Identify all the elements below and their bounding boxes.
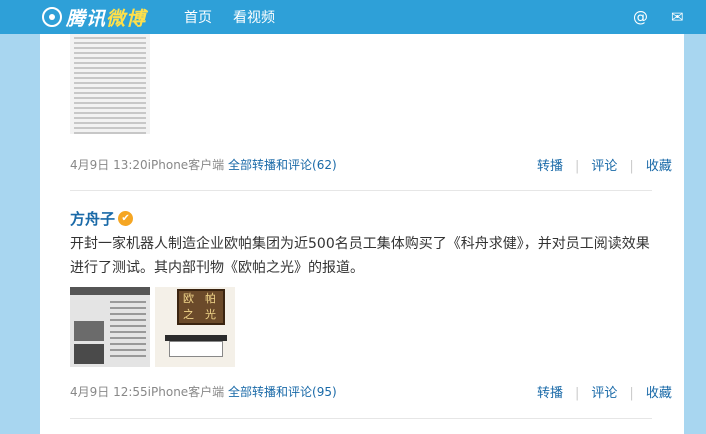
forward-button[interactable]: 转播 <box>537 159 563 174</box>
post-image-magazine-cover[interactable]: 欧 帕 之 光 <box>155 287 235 367</box>
post-source: iPhone客户端 <box>147 385 225 399</box>
post-date[interactable]: 4月9日 12:55 <box>70 385 148 399</box>
magazine-banner: 欧 帕 之 光 <box>177 289 225 325</box>
logo-icon <box>42 7 62 27</box>
nav-home[interactable]: 首页 <box>184 7 212 27</box>
all-forwards-comments-link[interactable]: 全部转播和评论(62) <box>228 158 337 172</box>
post-image-newspaper[interactable] <box>70 287 150 367</box>
forward-button[interactable]: 转播 <box>537 386 563 401</box>
author-name[interactable]: 方舟子 <box>70 208 115 229</box>
all-forwards-comments-link[interactable]: 全部转播和评论(95) <box>228 385 337 399</box>
left-background <box>0 34 40 434</box>
top-bar: 腾讯微博 首页 看视频 @ ✉ <box>0 0 706 34</box>
post-text: 开封一家机器人制造企业欧帕集团为近500名员工集体购买了《科舟求健》，并对员工阅… <box>70 236 650 276</box>
favorite-button[interactable]: 收藏 <box>646 159 672 174</box>
post-author: 方舟子 ✔ <box>70 208 134 229</box>
post-divider <box>70 190 652 191</box>
comment-button[interactable]: 评论 <box>591 159 617 174</box>
comment-button[interactable]: 评论 <box>591 386 617 401</box>
right-background <box>684 34 706 434</box>
post-meta: 4月9日 13:20iPhone客户端 全部转播和评论(62) <box>70 156 337 173</box>
at-icon[interactable]: @ <box>633 9 648 25</box>
post-actions: 转播 | 评论 | 收藏 <box>537 386 672 401</box>
post-date[interactable]: 4月9日 13:20 <box>70 158 148 172</box>
logo-text-b: 微博 <box>106 7 147 30</box>
favorite-button[interactable]: 收藏 <box>646 386 672 401</box>
tencent-weibo-logo[interactable]: 腾讯微博 <box>42 4 146 30</box>
post-source: iPhone客户端 <box>147 158 225 172</box>
post-actions: 转播 | 评论 | 收藏 <box>537 159 672 174</box>
mail-icon[interactable]: ✉ <box>671 9 684 25</box>
nav-watch-video[interactable]: 看视频 <box>233 7 275 27</box>
post-image-document[interactable] <box>70 34 150 134</box>
logo-text-a: 腾讯 <box>66 7 107 30</box>
post-meta: 4月9日 12:55iPhone客户端 全部转播和评论(95) <box>70 383 337 400</box>
vip-badge-icon: ✔ <box>118 211 134 226</box>
post-divider <box>70 418 652 419</box>
